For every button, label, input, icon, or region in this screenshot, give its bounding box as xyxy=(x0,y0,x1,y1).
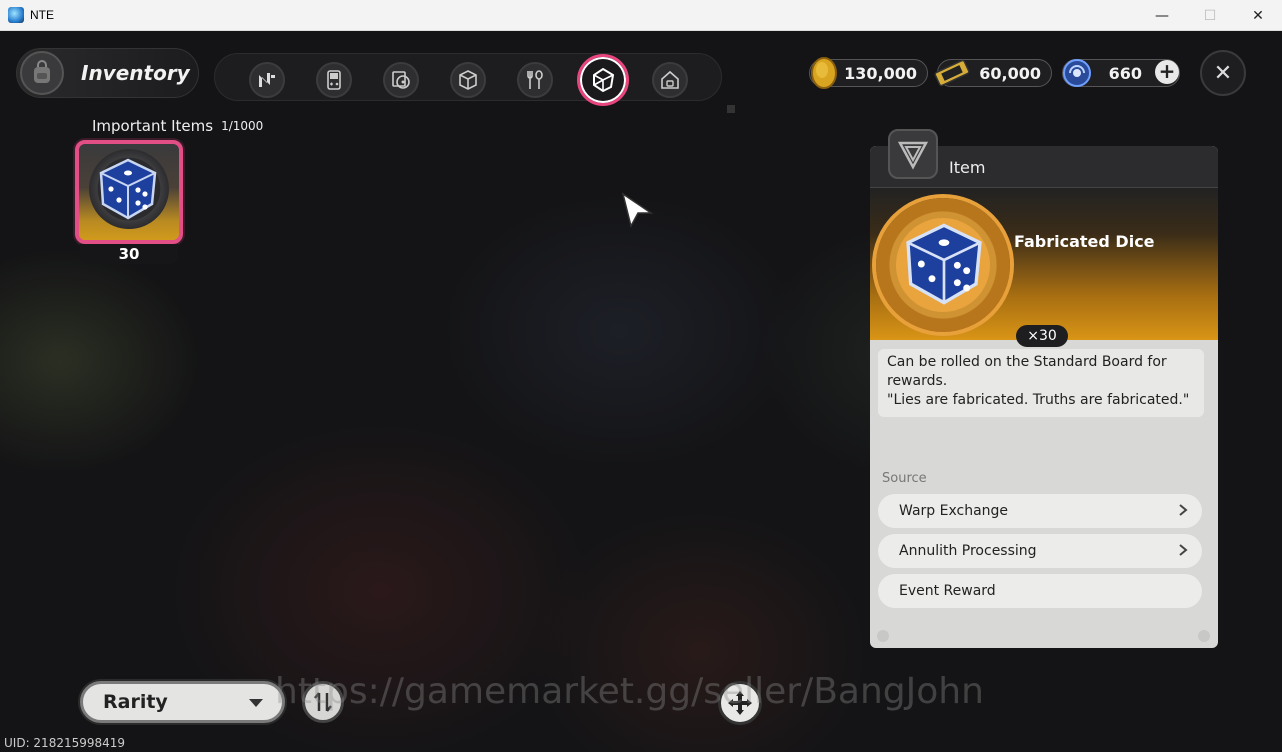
v-emblem-icon xyxy=(897,141,929,170)
currency-crystals-value: 660 xyxy=(1108,63,1142,83)
item-banner: Fabricated Dice ×30 xyxy=(870,188,1218,347)
disc-box-icon xyxy=(392,71,410,89)
description-line-2: "Lies are fabricated. Truths are fabrica… xyxy=(887,392,1190,408)
panel-corner-dot xyxy=(877,630,889,642)
chevron-right-icon xyxy=(1179,544,1188,556)
section-title: Important Items xyxy=(92,117,214,135)
currency-tickets-value: 60,000 xyxy=(979,63,1041,83)
item-name: Fabricated Dice xyxy=(1014,232,1155,251)
game-viewport: Inventory 130,000 60,000 660 + ✕ Importa… xyxy=(0,31,1282,752)
currency-gold: 130,000 xyxy=(809,57,928,89)
handheld-console-icon xyxy=(327,70,341,90)
close-inventory-button[interactable]: ✕ xyxy=(1200,50,1246,96)
tab-materials[interactable] xyxy=(383,62,419,98)
tab-n[interactable] xyxy=(249,62,285,98)
coin-icon xyxy=(806,55,842,91)
cube-icon xyxy=(459,70,477,90)
maximize-button[interactable]: ☐ xyxy=(1186,0,1234,31)
app-icon xyxy=(8,7,24,23)
rarity-label: Rarity xyxy=(103,691,168,713)
dice-icon xyxy=(99,158,157,220)
dice-large-icon xyxy=(906,223,982,305)
tab-important[interactable] xyxy=(577,54,629,106)
tab-home[interactable] xyxy=(652,62,688,98)
item-description: Can be rolled on the Standard Board for … xyxy=(878,349,1204,417)
item-detail-panel: Item Fabricated Dice ×30 Can be rolled o… xyxy=(870,146,1218,648)
item-slot-fabricated-dice[interactable] xyxy=(75,140,183,244)
crystal-icon xyxy=(593,67,615,93)
tabbar-end-marker xyxy=(727,105,735,113)
tab-gameboy[interactable] xyxy=(316,62,352,98)
description-line-1: Can be rolled on the Standard Board for … xyxy=(887,354,1167,389)
source-event-reward: Event Reward xyxy=(878,574,1202,608)
uid-label: UID: 218215998419 xyxy=(4,736,126,750)
house-icon xyxy=(661,70,679,89)
chevron-right-icon xyxy=(1179,504,1188,516)
section-count: 1/1000 xyxy=(221,119,264,133)
crystal-orb-icon xyxy=(1059,55,1095,91)
item-quantity-badge: ×30 xyxy=(1016,325,1068,347)
item-medal xyxy=(876,198,1010,332)
panel-category: Item xyxy=(949,158,986,177)
item-count: 30 xyxy=(80,244,178,264)
cursor-icon xyxy=(621,192,654,229)
source-label: Event Reward xyxy=(899,583,996,599)
item-category-emblem xyxy=(888,129,938,179)
fork-spoon-icon xyxy=(527,70,543,89)
window-titlebar: NTE — ☐ ✕ xyxy=(0,0,1282,31)
section-label: Important Items 1/1000 xyxy=(80,114,284,138)
rarity-dropdown[interactable]: Rarity xyxy=(80,681,285,723)
tab-food[interactable] xyxy=(517,62,553,98)
add-currency-button[interactable]: + xyxy=(1155,60,1179,84)
currency-gold-value: 130,000 xyxy=(844,63,917,83)
category-tabbar xyxy=(214,53,722,106)
backpack-icon xyxy=(20,51,64,95)
minimize-button[interactable]: — xyxy=(1138,0,1186,31)
window-title: NTE xyxy=(30,8,54,22)
panel-corner-dot xyxy=(1198,630,1210,642)
tab-boxes[interactable] xyxy=(450,62,486,98)
currency-tickets: 60,000 xyxy=(934,59,1052,87)
watermark: https://gamemarket.gg/seller/BangJohn xyxy=(275,671,984,712)
source-annulith-processing[interactable]: Annulith Processing xyxy=(878,534,1202,568)
chevron-down-icon xyxy=(249,699,263,707)
ticket-icon xyxy=(934,55,970,91)
window-close-button[interactable]: ✕ xyxy=(1234,0,1282,31)
source-label: Warp Exchange xyxy=(899,503,1009,519)
page-title: Inventory xyxy=(81,61,190,85)
inventory-header: Inventory xyxy=(16,48,199,98)
n-logo-icon xyxy=(259,73,275,87)
source-label: Annulith Processing xyxy=(899,543,1037,559)
source-warp-exchange[interactable]: Warp Exchange xyxy=(878,494,1202,528)
close-icon: ✕ xyxy=(1213,60,1233,86)
source-title: Source xyxy=(882,471,927,486)
